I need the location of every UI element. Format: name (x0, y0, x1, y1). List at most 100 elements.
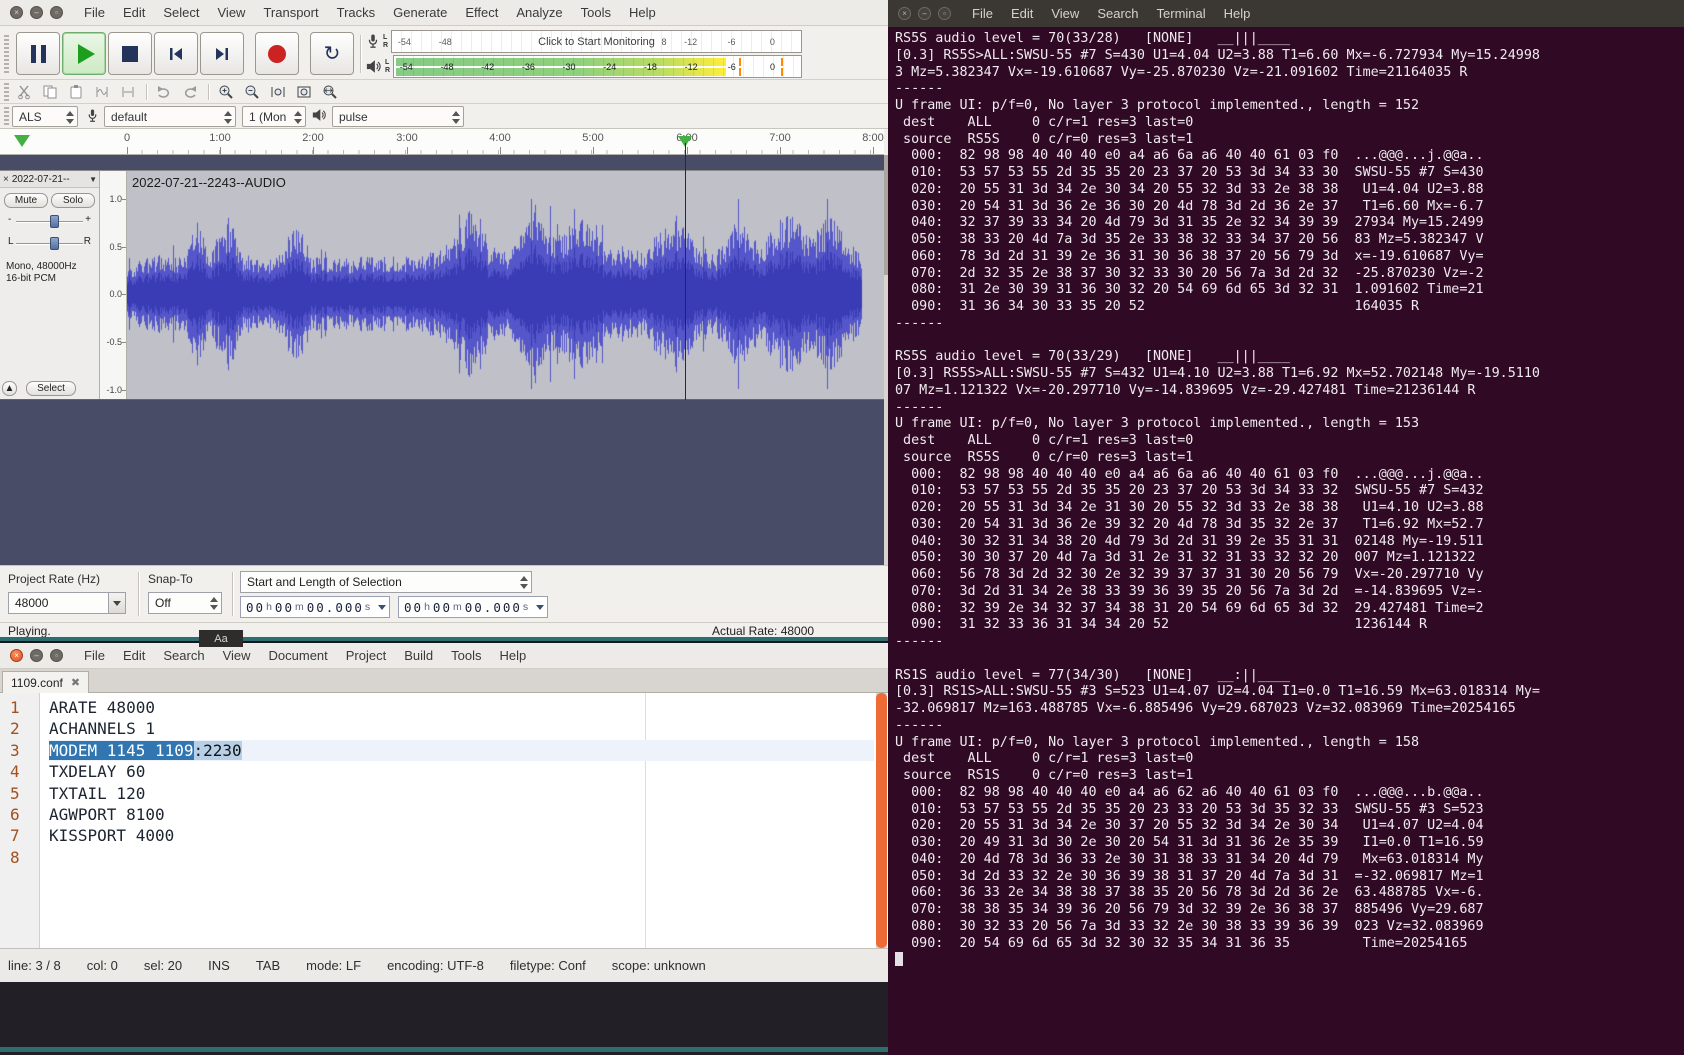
code-line[interactable]: KISSPORT 4000 (49, 825, 874, 846)
snap-to-select[interactable]: Off (148, 592, 222, 614)
editor-menu-project[interactable]: Project (337, 645, 395, 666)
code-line[interactable]: ARATE 48000 (49, 697, 874, 718)
editor-menu-document[interactable]: Document (260, 645, 337, 666)
recording-channels-select[interactable]: 1 (Mon (242, 106, 306, 127)
terminal-output[interactable]: RS5S audio level = 70(33/28) [NONE] __||… (895, 31, 1540, 970)
dropdown-arrow-icon[interactable] (378, 605, 386, 610)
editor-menu-build[interactable]: Build (395, 645, 442, 666)
code-area[interactable]: ARATE 48000 ACHANNELS 1 MODEM 1145 1109:22… (40, 693, 874, 948)
paste-button[interactable] (64, 82, 88, 102)
close-icon[interactable]: × (10, 6, 23, 19)
zoom-out-button[interactable] (240, 82, 264, 102)
close-icon[interactable]: × (898, 7, 911, 20)
playback-meter-bar[interactable]: -54 -48 -42 -36 -30 -24 -18 -12 -6 0 (393, 55, 802, 78)
solo-button[interactable]: Solo (51, 193, 95, 208)
terminal-menu-edit[interactable]: Edit (1002, 3, 1042, 24)
toolbar-grip[interactable] (4, 35, 9, 73)
mute-button[interactable]: Mute (4, 193, 48, 208)
selection-start-field[interactable]: 00h00m00.000s (240, 596, 390, 618)
terminal-menu-file[interactable]: File (963, 3, 1002, 24)
stop-button[interactable] (108, 32, 152, 75)
audacity-menu-transport[interactable]: Transport (254, 2, 327, 23)
cut-button[interactable] (12, 82, 36, 102)
skip-to-start-button[interactable] (154, 32, 198, 75)
minimize-icon[interactable]: – (30, 6, 43, 19)
playback-meter[interactable]: LR -54 -48 -42 -36 -30 -24 -18 -12 -6 0 (366, 55, 802, 78)
code-line[interactable]: MODEM 1145 1109:2230 (49, 739, 874, 762)
trim-audio-button[interactable] (90, 82, 114, 102)
toolbar-grip[interactable] (4, 83, 9, 101)
audacity-menu-edit[interactable]: Edit (114, 2, 154, 23)
scrollbar-thumb[interactable] (876, 693, 887, 948)
maximize-icon[interactable]: ▫ (50, 6, 63, 19)
editor-menu-file[interactable]: File (75, 645, 114, 666)
editor-menu-search[interactable]: Search (154, 645, 213, 666)
slider-thumb[interactable] (50, 237, 59, 250)
terminal-menu-view[interactable]: View (1042, 3, 1088, 24)
slider-thumb[interactable] (50, 215, 59, 228)
close-icon[interactable]: × (10, 649, 23, 662)
audacity-menu-tools[interactable]: Tools (572, 2, 620, 23)
audio-host-select[interactable]: ALS (12, 106, 78, 127)
redo-button[interactable] (178, 82, 202, 102)
maximize-icon[interactable]: ▫ (50, 649, 63, 662)
playhead-pin-icon[interactable] (14, 135, 30, 147)
audacity-menu-file[interactable]: File (75, 2, 114, 23)
gain-slider[interactable]: - + (6, 213, 93, 229)
timeline-ruler[interactable]: 0 1:00 2:00 3:00 4:00 5:00 6:00 7:00 8:00 (0, 129, 884, 155)
silence-audio-button[interactable] (116, 82, 140, 102)
editor-menu-help[interactable]: Help (491, 645, 536, 666)
code-line[interactable]: AGWPORT 8100 (49, 804, 874, 825)
loop-button[interactable]: ↻ (310, 32, 354, 75)
audacity-menu-tracks[interactable]: Tracks (328, 2, 385, 23)
audacity-menu-effect[interactable]: Effect (456, 2, 507, 23)
editor-menu-edit[interactable]: Edit (114, 645, 154, 666)
audacity-menu-analyze[interactable]: Analyze (507, 2, 571, 23)
maximize-icon[interactable]: ▫ (938, 7, 951, 20)
waveform-canvas[interactable] (127, 171, 883, 399)
code-line[interactable]: TXDELAY 60 (49, 761, 874, 782)
play-button[interactable] (62, 32, 106, 75)
audacity-menu-view[interactable]: View (209, 2, 255, 23)
select-track-button[interactable]: Select (26, 381, 76, 396)
minimize-icon[interactable]: – (918, 7, 931, 20)
code-line[interactable] (49, 847, 874, 868)
terminal-menu-search[interactable]: Search (1088, 3, 1147, 24)
skip-to-end-button[interactable] (200, 32, 244, 75)
audacity-menu-generate[interactable]: Generate (384, 2, 456, 23)
track-header[interactable]: × 2022-07-21-- ▼ (0, 171, 99, 188)
zoom-in-button[interactable] (214, 82, 238, 102)
editor-scrollbar[interactable] (876, 693, 887, 948)
vertical-scale-ruler[interactable]: 1.0 0.5 0.0 -0.5 -1.0 (100, 171, 127, 399)
selection-mode-select[interactable]: Start and Length of Selection (240, 571, 532, 593)
pause-button[interactable] (16, 32, 60, 75)
recording-meter[interactable]: LR Click to Start Monitoring -54 -48 8 -12 -… (366, 30, 802, 53)
audacity-menu-help[interactable]: Help (620, 2, 665, 23)
record-button[interactable] (255, 32, 299, 75)
fit-selection-button[interactable] (266, 82, 290, 102)
terminal-menu-terminal[interactable]: Terminal (1148, 3, 1215, 24)
tab-close-icon[interactable]: ✖ (71, 676, 80, 689)
track-menu-chevron-icon[interactable]: ▼ (89, 175, 99, 184)
editor-body[interactable]: 1 2345678 ARATE 48000 ACHANNELS 1 MODEM 114… (0, 693, 888, 948)
minimize-icon[interactable]: – (30, 649, 43, 662)
monitor-hint[interactable]: Click to Start Monitoring (538, 36, 655, 48)
zoom-toggle-button[interactable] (318, 82, 342, 102)
track-close-icon[interactable]: × (0, 174, 12, 185)
recording-meter-bar[interactable]: Click to Start Monitoring -54 -48 8 -12 -6 0 (391, 30, 802, 53)
undo-button[interactable] (152, 82, 176, 102)
project-rate-select[interactable]: 48000 (8, 592, 126, 614)
collapse-track-button[interactable]: ▲ (2, 381, 17, 396)
recording-device-select[interactable]: default (104, 106, 236, 127)
tab-1109-conf[interactable]: 1109.conf ✖ (2, 671, 90, 693)
code-line[interactable]: ACHANNELS 1 (49, 718, 874, 739)
dropdown-arrow-icon[interactable] (536, 605, 544, 610)
track-title[interactable]: 2022-07-21-- (12, 174, 89, 185)
copy-button[interactable] (38, 82, 62, 102)
fit-project-button[interactable] (292, 82, 316, 102)
playback-device-select[interactable]: pulse (332, 106, 464, 127)
pan-slider[interactable]: L R (6, 235, 93, 251)
toolbar-grip[interactable] (4, 107, 9, 126)
dropdown-arrow-icon[interactable] (108, 593, 125, 613)
editor-menu-tools[interactable]: Tools (442, 645, 490, 666)
